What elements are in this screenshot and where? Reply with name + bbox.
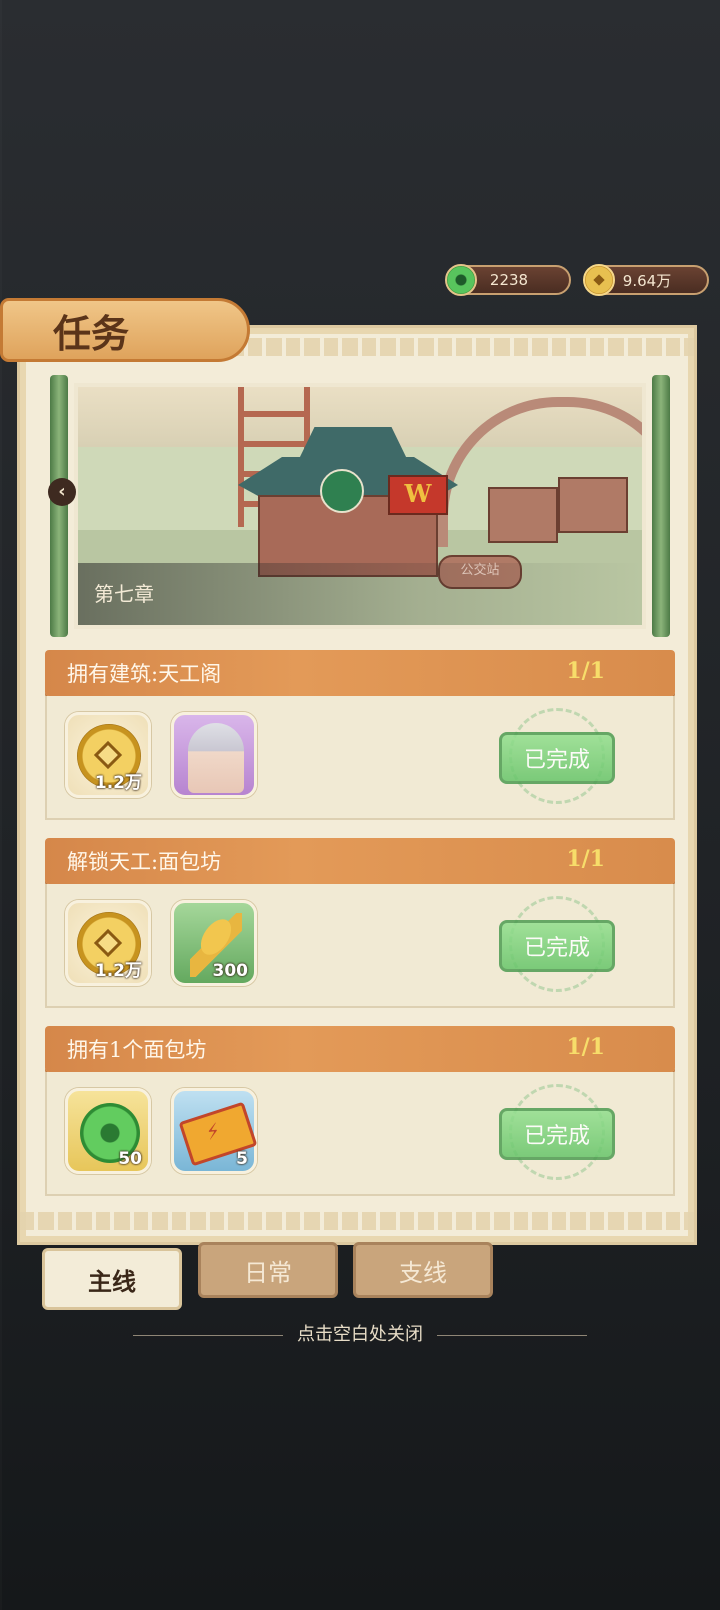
completed-button[interactable]: 已完成 — [499, 732, 615, 784]
reward-quantity: 1.2万 — [94, 773, 142, 793]
gold-amount: 9.64万 — [622, 271, 672, 290]
reward-gold-coin[interactable]: 1.2万 — [65, 900, 151, 986]
close-hint: 点击空白处关闭 — [0, 1320, 720, 1346]
green-emblem-icon — [320, 469, 364, 513]
building-illustration: W — [238, 427, 458, 577]
previous-chapter-arrow-icon[interactable]: ‹ — [48, 478, 76, 506]
task-progress: 1/1 — [566, 658, 605, 684]
divider — [437, 1334, 587, 1336]
gold-currency-display[interactable]: 9.64万 — [583, 264, 709, 296]
scroll-pole-left — [50, 375, 68, 637]
jade-currency-display[interactable]: 2238 — [445, 264, 571, 296]
character-portrait-icon — [188, 723, 244, 793]
panel-title-tab: 任务 — [0, 298, 250, 362]
task-progress: 1/1 — [566, 1034, 605, 1060]
tab-daily[interactable]: 日常 — [198, 1242, 338, 1298]
task-category-tabs: 主线 日常 支线 — [40, 1240, 520, 1310]
reward-ticket[interactable]: 5 — [171, 1088, 258, 1174]
reward-wheat[interactable]: 300 — [171, 900, 257, 986]
building-sign: W — [388, 475, 448, 515]
gold-coin-icon — [583, 264, 615, 296]
divider — [133, 1334, 283, 1336]
chapter-label: 第七章 — [94, 582, 154, 606]
task-card: 解锁天工:面包坊 1/1 1.2万 300 已完成 — [45, 838, 675, 1014]
tab-side-line[interactable]: 支线 — [353, 1242, 493, 1298]
reward-jade-coin[interactable]: 50 — [65, 1088, 151, 1174]
task-header: 解锁天工:面包坊 1/1 — [45, 838, 675, 884]
reward-quantity: 5 — [236, 1149, 248, 1169]
tab-main-line[interactable]: 主线 — [42, 1248, 182, 1310]
reward-quantity: 300 — [212, 961, 249, 981]
task-body: 1.2万 300 已完成 — [45, 884, 675, 1008]
task-card: 拥有1个面包坊 1/1 50 5 已完成 — [45, 1026, 675, 1202]
task-card: 拥有建筑:天工阁 1/1 1.2万 已完成 — [45, 650, 675, 826]
reward-quantity: 1.2万 — [94, 961, 142, 981]
task-header: 拥有建筑:天工阁 1/1 — [45, 650, 675, 696]
carriage-illustration — [558, 477, 628, 533]
reward-quantity: 50 — [118, 1149, 142, 1169]
task-header: 拥有1个面包坊 1/1 — [45, 1026, 675, 1072]
panel-title: 任务 — [53, 310, 130, 356]
task-title: 拥有建筑:天工阁 — [67, 662, 222, 686]
task-body: 1.2万 已完成 — [45, 696, 675, 820]
decorative-border-bottom — [20, 1212, 694, 1230]
scroll-pole-right — [652, 375, 670, 637]
carriage-illustration — [488, 487, 558, 543]
reward-gold-coin[interactable]: 1.2万 — [65, 712, 151, 798]
close-hint-text: 点击空白处关闭 — [297, 1324, 423, 1345]
reward-character[interactable] — [171, 712, 257, 798]
chapter-scene-image: W 公交站 第七章 — [74, 383, 646, 629]
task-title: 拥有1个面包坊 — [67, 1038, 207, 1062]
task-body: 50 5 已完成 — [45, 1072, 675, 1196]
jade-coin-icon — [445, 264, 477, 296]
completed-button[interactable]: 已完成 — [499, 1108, 615, 1160]
task-title: 解锁天工:面包坊 — [67, 850, 222, 874]
jade-amount: 2238 — [489, 271, 529, 289]
completed-button[interactable]: 已完成 — [499, 920, 615, 972]
task-progress: 1/1 — [566, 846, 605, 872]
chapter-scroll-banner: W 公交站 第七章 — [50, 375, 670, 637]
